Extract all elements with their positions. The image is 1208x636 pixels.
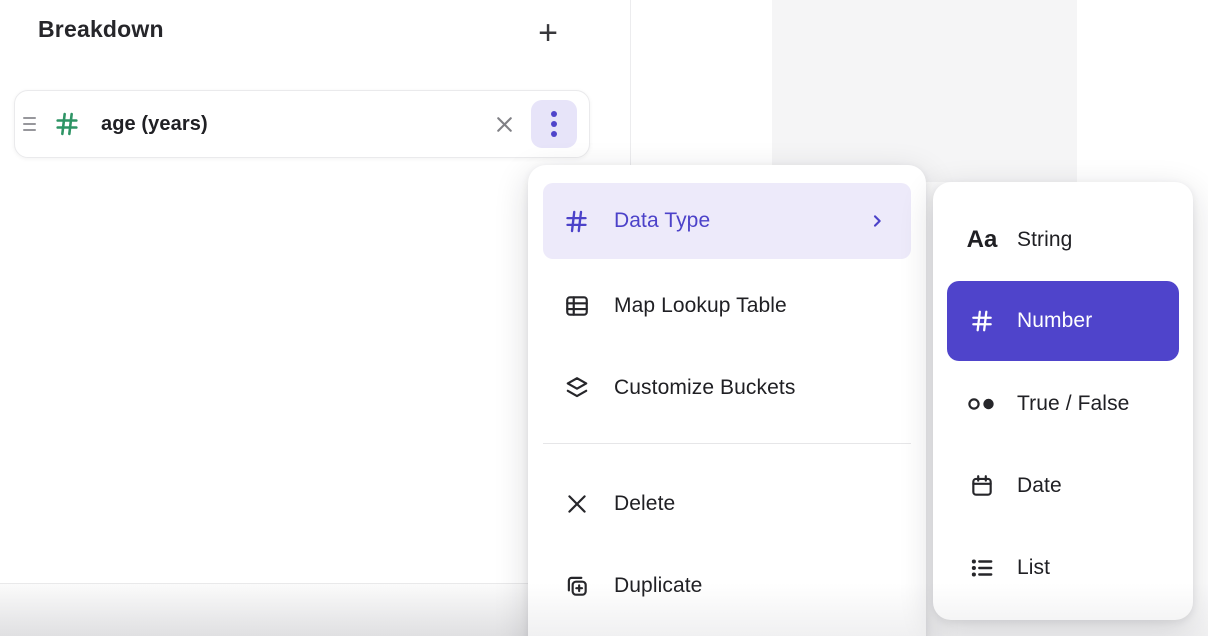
- letters-icon: Aa: [965, 228, 999, 252]
- list-icon: [965, 555, 999, 581]
- menu-divider: [543, 443, 911, 444]
- duplicate-icon: [563, 573, 590, 599]
- table-icon: [563, 293, 590, 319]
- add-breakdown-button[interactable]: +: [530, 13, 566, 53]
- boolean-circles-icon: [965, 392, 999, 416]
- menu-item-map-lookup-table[interactable]: Map Lookup Table: [543, 268, 911, 344]
- x-icon: [563, 491, 590, 517]
- drag-handle-icon[interactable]: [23, 117, 41, 131]
- data-type-submenu: Aa String Number True / False: [933, 182, 1193, 620]
- submenu-item-string[interactable]: Aa String: [947, 202, 1179, 278]
- submenu-item-number[interactable]: Number: [947, 281, 1179, 361]
- close-icon: [492, 112, 517, 137]
- layers-icon: [563, 375, 590, 401]
- remove-field-button[interactable]: [487, 107, 521, 141]
- submenu-item-date[interactable]: Date: [947, 448, 1179, 524]
- chevron-right-icon: [869, 213, 885, 229]
- field-name-label: age (years): [101, 113, 487, 136]
- background-drop-zone: [772, 0, 1077, 182]
- menu-item-data-type[interactable]: Data Type: [543, 183, 911, 259]
- number-type-hash-icon: [53, 109, 81, 139]
- breakdown-field-chip[interactable]: age (years): [14, 90, 590, 158]
- submenu-item-true-false[interactable]: True / False: [947, 366, 1179, 442]
- field-context-menu: Data Type Map Lookup Table: [528, 165, 926, 636]
- page-title: Breakdown: [38, 16, 164, 43]
- field-options-button[interactable]: [531, 100, 577, 148]
- app-canvas: Breakdown + age (years): [0, 0, 1208, 636]
- hash-icon: [965, 308, 999, 334]
- submenu-item-list[interactable]: List: [947, 530, 1179, 606]
- hash-icon: [563, 208, 590, 235]
- kebab-menu-icon: [550, 108, 558, 140]
- menu-item-delete[interactable]: Delete: [543, 466, 911, 542]
- menu-item-duplicate[interactable]: Duplicate: [543, 548, 911, 624]
- calendar-icon: [965, 473, 999, 499]
- menu-item-customize-buckets[interactable]: Customize Buckets: [543, 350, 911, 426]
